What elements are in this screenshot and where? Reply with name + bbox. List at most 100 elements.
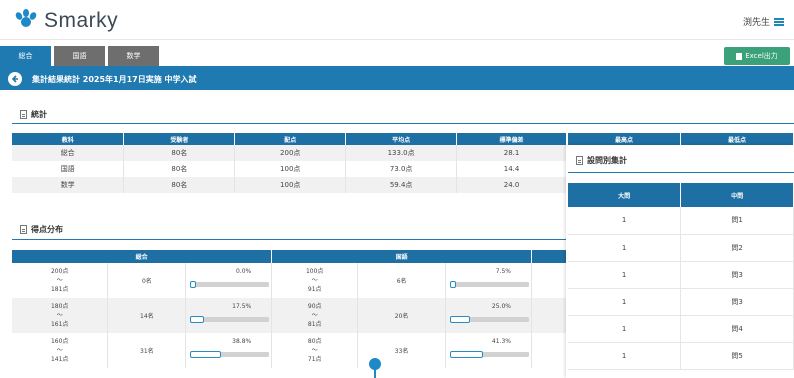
table-cell: 問5 [680,342,794,370]
back-button[interactable] [8,72,22,86]
range-tilde: 〜 [311,277,318,284]
range-cell: 100点〜 91点 [271,263,359,298]
stats-heading: 統計 [20,109,47,120]
range-high: 160点 [50,338,69,345]
table-row: 200点〜 181点 0名 0.0% 100点〜 91点 6名 7.5% [12,263,568,298]
table-row: 1 問2 [568,234,794,262]
question-summary-divider [568,172,794,173]
table-cell: 問3 [680,288,794,316]
table-cell: 国語 [12,161,125,177]
table-cell: 100点 [234,161,347,177]
hamburger-icon[interactable] [774,17,784,26]
stats-col-examinees: 受験者 [123,133,236,145]
back-arrow-icon [11,75,18,83]
table-row: 国語 80名 100点 73.0点 14.4 [12,161,567,177]
progress-fill [450,281,456,288]
stats-col-subject: 教科 [12,133,125,145]
count-cell: 6名 [357,263,447,298]
top-header: Smarky 渕先生 [0,0,794,40]
percent-label: 41.3% [491,338,511,345]
distribution-heading-text: 得点分布 [31,225,63,234]
table-cell: 200点 [234,145,347,161]
table-cell: 数学 [12,177,125,193]
progress-bar [450,281,529,288]
table-cell [531,263,568,298]
percent-label: 17.5% [232,303,252,310]
subject-tabs: 総合 国語 数学 [0,46,162,66]
percent-label: 38.8% [232,338,252,345]
dist-group-sougou: 総合 [12,250,273,263]
question-summary-heading-text: 設問別集計 [587,156,627,165]
table-cell: 1 [568,234,682,262]
range-tilde: 〜 [311,347,318,354]
bar-cell: 17.5% [185,298,273,333]
table-row: 160点〜 141点 31名 38.8% 80点〜 71点 33名 41.3% [12,333,568,368]
table-cell: 24.0 [456,177,567,193]
table-cell: 80名 [123,145,236,161]
table-row: 1 問1 [568,207,794,235]
stats-col-min: 最低点 [681,133,794,145]
range-low: 71点 [307,356,322,363]
tab-kokugo[interactable]: 国語 [54,46,105,66]
range-tilde: 〜 [56,277,63,284]
smarky-logo-icon [14,9,38,33]
percent-label: 0.0% [235,268,252,275]
table-cell: 1 [568,261,682,289]
bar-cell: 7.5% [445,263,532,298]
range-cell: 160点〜 141点 [12,333,109,368]
range-high: 90点 [307,303,322,310]
q-col-chumon: 中問 [680,183,794,207]
stats-table: 教科 受験者 配点 平均点 標準偏差 総合 80名 200点 133.0点 28… [12,133,567,193]
page-title: 集計結果統計 2025年1月17日実施 中学入試 [32,74,197,84]
table-row: 180点〜 161点 14名 17.5% 90点〜 81点 20名 25.0% [12,298,568,333]
bar-cell: 0.0% [185,263,273,298]
range-tilde: 〜 [56,312,63,319]
excel-export-label: Excel出力 [745,52,778,60]
user-menu[interactable]: 渕先生 [743,15,784,28]
app-logo[interactable]: Smarky [14,9,118,33]
table-row: 1 問5 [568,342,794,370]
distribution-heading: 得点分布 [20,224,63,235]
table-cell: 14.4 [456,161,567,177]
table-cell: 28.1 [456,145,567,161]
stats-divider [12,123,794,124]
range-high: 80点 [307,338,322,345]
logo-text: Smarky [44,9,119,32]
stats-extra-header: 最高点 最低点 [568,133,794,145]
table-cell: 59.4点 [345,177,458,193]
stats-col-points: 配点 [234,133,347,145]
user-name: 渕先生 [742,18,770,28]
distribution-divider [12,239,568,240]
table-cell [531,333,568,368]
table-row: 1 問3 [568,261,794,289]
drag-handle-line [374,368,376,378]
progress-fill [190,316,205,323]
range-low: 81点 [307,321,322,328]
range-cell: 90点〜 81点 [271,298,359,333]
stats-col-max: 最高点 [568,133,681,145]
table-cell [531,298,568,333]
count-cell: 14名 [107,298,187,333]
progress-fill [190,281,196,288]
range-low: 141点 [50,356,69,363]
range-high: 180点 [50,303,69,310]
table-cell: 総合 [12,145,125,161]
tab-sougou[interactable]: 総合 [0,46,51,66]
stats-col-stddev: 標準偏差 [456,133,567,145]
table-cell: 問3 [680,261,794,289]
page-title-bar: 集計結果統計 2025年1月17日実施 中学入試 [0,68,794,90]
table-row: 1 問4 [568,315,794,343]
table-cell: 100点 [234,177,347,193]
range-cell: 180点〜 161点 [12,298,109,333]
progress-bar [450,351,529,358]
tab-suugaku[interactable]: 数学 [108,46,159,66]
count-cell: 0名 [107,263,187,298]
percent-label: 7.5% [495,268,511,275]
table-cell: 80名 [123,161,236,177]
table-row: 総合 80名 200点 133.0点 28.1 [12,145,567,161]
table-cell: 問1 [680,207,794,235]
range-low: 161点 [50,321,69,328]
excel-export-button[interactable]: Excel出力 [724,47,790,65]
range-cell: 80点〜 71点 [271,333,359,368]
table-cell: 1 [568,315,682,343]
